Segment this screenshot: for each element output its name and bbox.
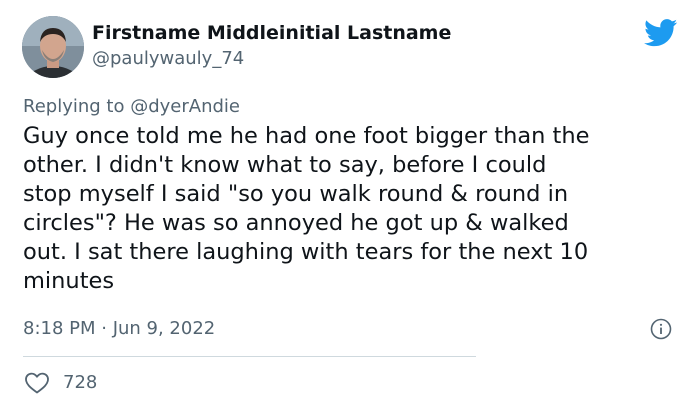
divider — [23, 356, 476, 357]
user-avatar[interactable] — [22, 16, 84, 78]
twitter-bird-icon[interactable] — [644, 19, 678, 47]
tweet-text: Guy once told me he had one foot bigger … — [23, 123, 590, 294]
replying-to-label: Replying to — [23, 96, 131, 117]
author-display-name[interactable]: Firstname Middleinitial Lastname — [92, 22, 451, 44]
heart-icon[interactable] — [24, 371, 50, 395]
tweet-timestamp[interactable]: 8:18 PM · Jun 9, 2022 — [23, 318, 215, 339]
info-icon[interactable] — [650, 318, 672, 340]
author-handle[interactable]: @paulywauly_74 — [92, 48, 244, 69]
avatar-image — [22, 16, 84, 78]
reply-mention-link[interactable]: @dyerAndie — [130, 96, 240, 117]
tweet-card: Firstname Middleinitial Lastname @paulyw… — [0, 0, 700, 410]
like-count: 728 — [63, 372, 98, 393]
replying-to: Replying to @dyerAndie — [23, 96, 240, 117]
